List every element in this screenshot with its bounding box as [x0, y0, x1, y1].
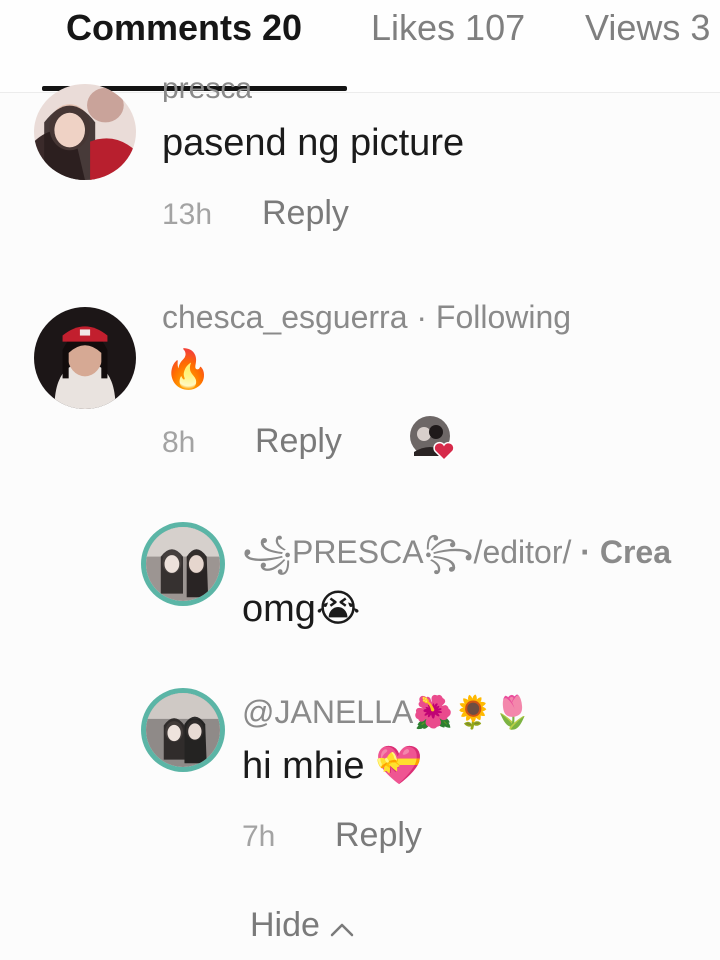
tab-bar: Comments 20 Likes 107 Views 3 — [0, 0, 720, 93]
reply-button[interactable]: Reply — [262, 194, 349, 233]
comment-time: 8h — [162, 426, 196, 459]
hide-label[interactable]: Hide — [250, 906, 320, 944]
avatar[interactable] — [146, 527, 220, 601]
reply-button[interactable]: Reply — [335, 816, 422, 855]
comments-page: Comments 20 Likes 107 Views 3 presca pas… — [0, 0, 720, 960]
creator-tag: · Crea — [580, 534, 671, 570]
creator-liked-avatar — [410, 416, 454, 460]
comment-text: 🔥 — [164, 349, 212, 391]
following-label: · Following — [416, 299, 572, 335]
hide-replies-button[interactable]: Hide — [250, 906, 355, 945]
comment-time: 13h — [162, 198, 213, 231]
avatar[interactable] — [34, 84, 136, 180]
heart-icon — [433, 441, 454, 460]
comment-text: pasend ng picture — [162, 122, 465, 164]
chevron-up-icon — [331, 923, 354, 937]
reply-username[interactable]: @JANELLA🌺🌻🌷 — [242, 693, 533, 731]
avatar[interactable] — [146, 693, 220, 767]
username-text[interactable]: chesca_esguerra — [162, 299, 407, 335]
reply-text: omg😭 — [242, 588, 361, 630]
tab-comments[interactable]: Comments 20 — [66, 4, 302, 52]
comment-username[interactable]: chesca_esguerra · Following — [162, 299, 571, 336]
reply-time: 7h — [242, 820, 276, 853]
tab-views[interactable]: Views 3 — [585, 4, 710, 52]
reply-button[interactable]: Reply — [255, 422, 342, 461]
tab-likes[interactable]: Likes 107 — [371, 4, 525, 52]
reply-username[interactable]: ꧁PRESCA꧂/editor/ · Crea — [242, 528, 671, 593]
comment-username-cropped[interactable]: presca — [162, 82, 252, 102]
username-text[interactable]: ꧁PRESCA꧂/editor/ — [242, 534, 571, 570]
avatar[interactable] — [34, 307, 136, 409]
reply-text: hi mhie 💝 — [242, 745, 423, 787]
